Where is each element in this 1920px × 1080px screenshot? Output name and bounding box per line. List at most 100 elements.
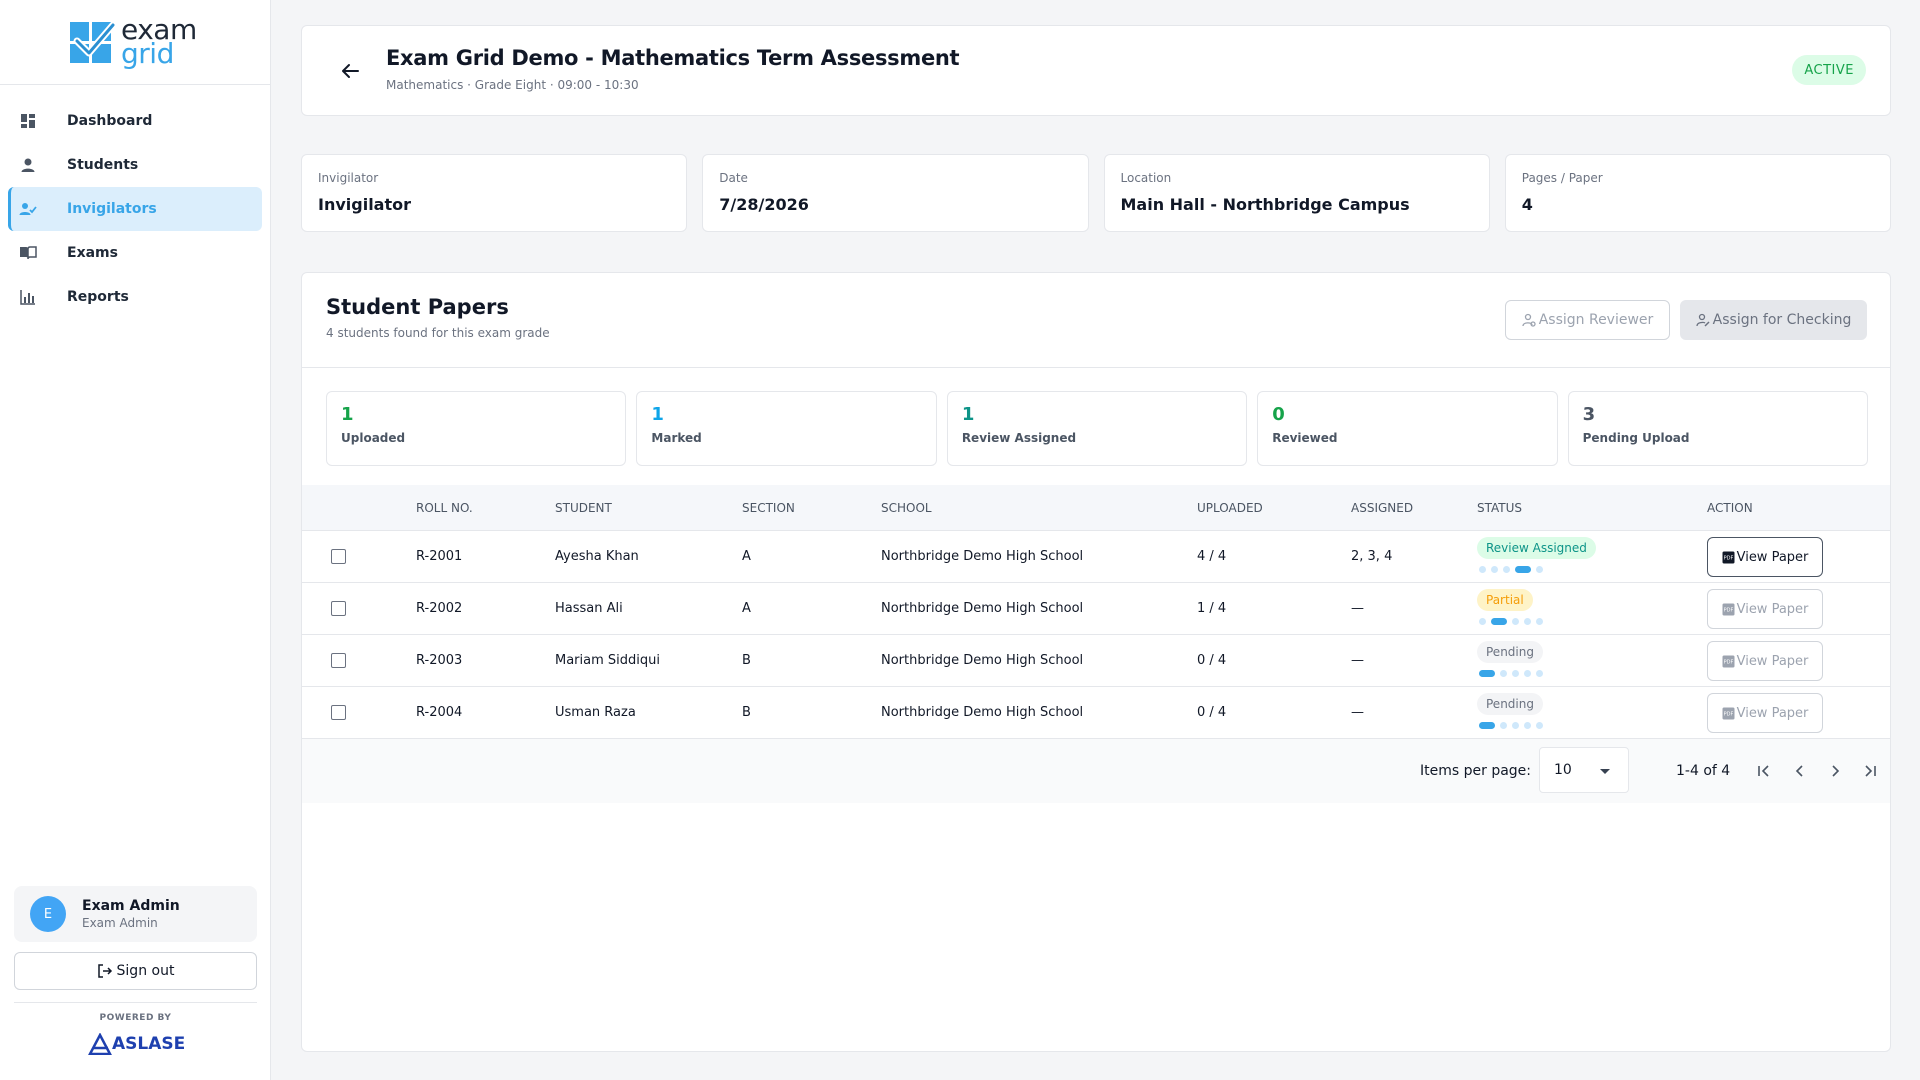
exam-grid-logo-icon [70,21,115,63]
row-checkbox[interactable] [331,549,346,564]
sidebar-item-label: Dashboard [67,113,153,129]
row-checkbox[interactable] [331,601,346,616]
status-badge: ACTIVE [1792,55,1866,85]
stat-review-assigned: 1 Review Assigned [946,391,1248,466]
powered-by-label: POWERED BY [99,1013,172,1023]
info-label: Pages / Paper [1521,171,1603,185]
sidebar-item-label: Reports [67,289,129,305]
column-header-section[interactable]: SECTION [742,501,795,515]
svg-text:PDF: PDF [1723,659,1733,665]
avatar: E [30,896,66,932]
row-checkbox[interactable] [331,653,346,668]
brand-logo[interactable]: exam grid [0,0,270,85]
last-page-icon[interactable] [1858,759,1882,783]
cell-section: B [742,705,751,720]
stat-label: Pending Upload [1582,431,1690,445]
row-checkbox[interactable] [331,705,346,720]
sidebar-item-invigilators[interactable]: Invigilators [8,187,262,231]
reports-icon [18,287,38,307]
info-card-pages: Pages / Paper 4 [1504,154,1891,232]
column-header-action: ACTION [1707,501,1753,515]
svg-text:PDF: PDF [1723,555,1733,561]
back-arrow-icon[interactable] [338,59,362,83]
view-paper-button[interactable]: PDF View Paper [1707,641,1823,681]
view-paper-label: View Paper [1736,653,1809,669]
page-range: 1-4 of 4 [1676,763,1731,779]
prev-page-icon[interactable] [1788,759,1812,783]
info-value: Main Hall - Northbridge Campus [1120,195,1410,214]
column-header-roll[interactable]: ROLL NO. [416,501,473,515]
stat-value: 0 [1272,404,1285,425]
svg-text:PDF: PDF [1723,607,1733,613]
aslase-logo-icon [88,1033,112,1055]
cell-school: Northbridge Demo High School [881,653,1084,668]
stat-uploaded: 1 Uploaded [326,391,627,466]
assign-for-checking-button[interactable]: Assign for Checking [1680,300,1867,340]
cell-roll: R-2003 [416,653,463,668]
progress-step [1503,566,1510,573]
column-header-student[interactable]: STUDENT [555,501,612,515]
cell-uploaded: 0 / 4 [1197,653,1227,668]
next-page-icon[interactable] [1823,759,1847,783]
view-paper-button[interactable]: PDF View Paper [1707,589,1823,629]
info-label: Location [1120,171,1172,185]
sign-out-button[interactable]: Sign out [14,952,257,990]
info-value: 4 [1521,195,1533,214]
exam-info-row: Invigilator Invigilator Date 7/28/2026 L… [301,154,1891,232]
progress-steps [1479,670,1543,677]
column-header-assigned[interactable]: ASSIGNED [1351,501,1413,515]
view-paper-button[interactable]: PDF View Paper [1707,693,1823,733]
cell-assigned: 2, 3, 4 [1351,549,1393,564]
papers-header: Student Papers 4 students found for this… [302,273,1890,368]
view-paper-button[interactable]: PDF View Paper [1707,537,1823,577]
items-per-page-select[interactable]: 10 [1539,747,1629,793]
assign-checking-label: Assign for Checking [1712,312,1852,328]
status-cell: Pending [1477,693,1543,729]
sign-out-icon [97,964,112,978]
progress-step [1536,722,1543,729]
column-header-status[interactable]: STATUS [1477,501,1522,515]
papers-table: ROLL NO. STUDENT SECTION SCHOOL UPLOADED… [302,485,1890,739]
progress-step-current [1491,618,1507,625]
sidebar-item-dashboard[interactable]: Dashboard [8,99,262,143]
cell-school: Northbridge Demo High School [881,705,1084,720]
column-header-uploaded[interactable]: UPLOADED [1197,501,1263,515]
progress-step [1491,566,1498,573]
status-pill: Partial [1477,589,1533,611]
sidebar-item-reports[interactable]: Reports [8,275,262,319]
progress-step [1536,618,1543,625]
items-per-page-value: 10 [1554,762,1572,778]
cell-assigned: — [1351,705,1364,720]
first-page-icon[interactable] [1752,759,1776,783]
stat-label: Uploaded [341,431,406,445]
students-icon [18,155,38,175]
divider [14,1002,257,1003]
progress-steps [1479,618,1543,625]
stat-label: Marked [651,431,702,445]
exams-icon [18,243,38,263]
view-paper-label: View Paper [1736,549,1809,565]
progress-step [1524,670,1531,677]
sidebar-item-exams[interactable]: Exams [8,231,262,275]
status-pill: Pending [1477,693,1543,715]
cell-assigned: — [1351,653,1364,668]
sidebar-item-students[interactable]: Students [8,143,262,187]
aslase-logo: ASLASE [88,1033,185,1055]
table-row: R-2004 Usman Raza B Northbridge Demo Hig… [302,687,1890,739]
cell-school: Northbridge Demo High School [881,601,1084,616]
progress-step [1500,670,1507,677]
assign-edit-icon [1696,313,1710,327]
status-cell: Partial [1477,589,1543,625]
table-header: ROLL NO. STUDENT SECTION SCHOOL UPLOADED… [302,485,1890,531]
column-header-school[interactable]: SCHOOL [881,501,932,515]
cell-roll: R-2001 [416,549,463,564]
info-label: Invigilator [318,171,379,185]
items-per-page-label: Items per page: [1420,763,1532,779]
assign-reviewer-label: Assign Reviewer [1538,312,1654,328]
status-cell: Review Assigned [1477,537,1596,573]
assign-reviewer-button[interactable]: Assign Reviewer [1505,300,1670,340]
section-title: Student Papers [326,295,509,319]
cell-assigned: — [1351,601,1364,616]
cell-uploaded: 1 / 4 [1197,601,1227,616]
sidebar-nav: Dashboard Students Invigilators Exams Re… [0,85,270,319]
